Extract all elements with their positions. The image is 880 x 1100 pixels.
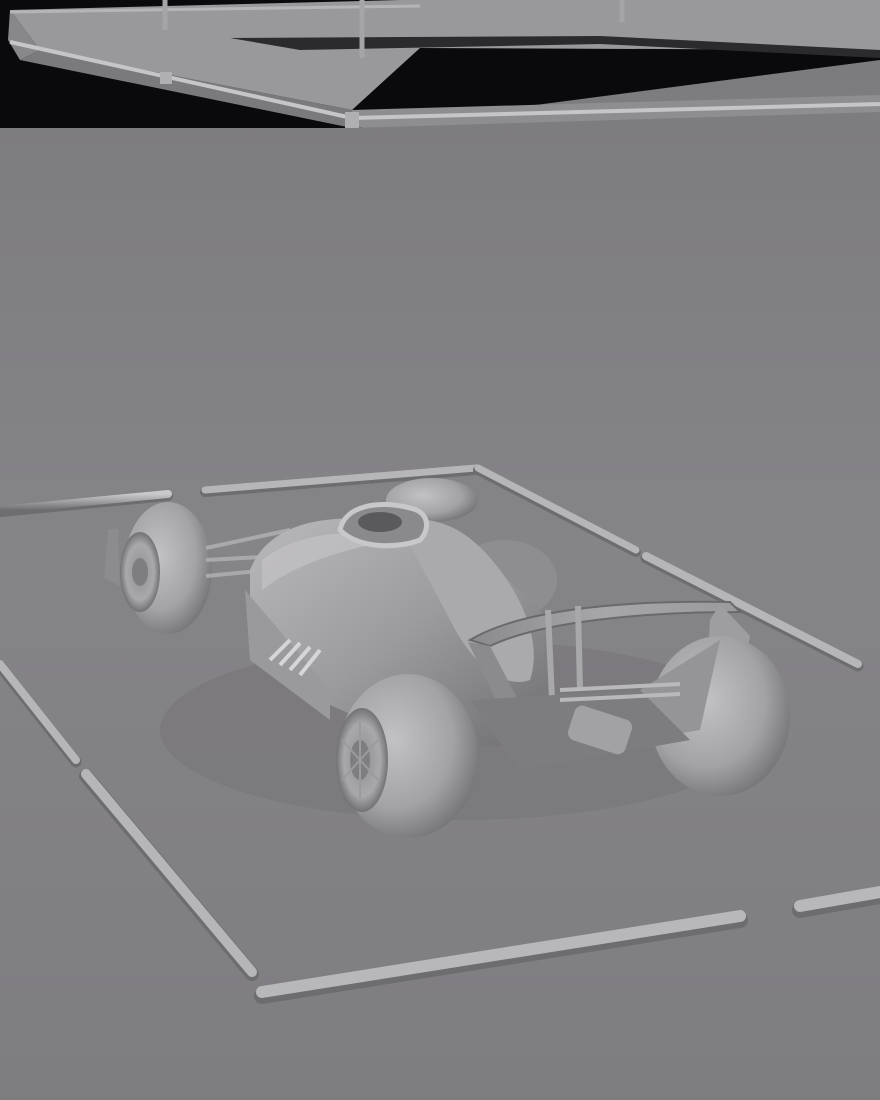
cockpit-halo (337, 502, 430, 549)
render-viewport (0, 0, 880, 1100)
